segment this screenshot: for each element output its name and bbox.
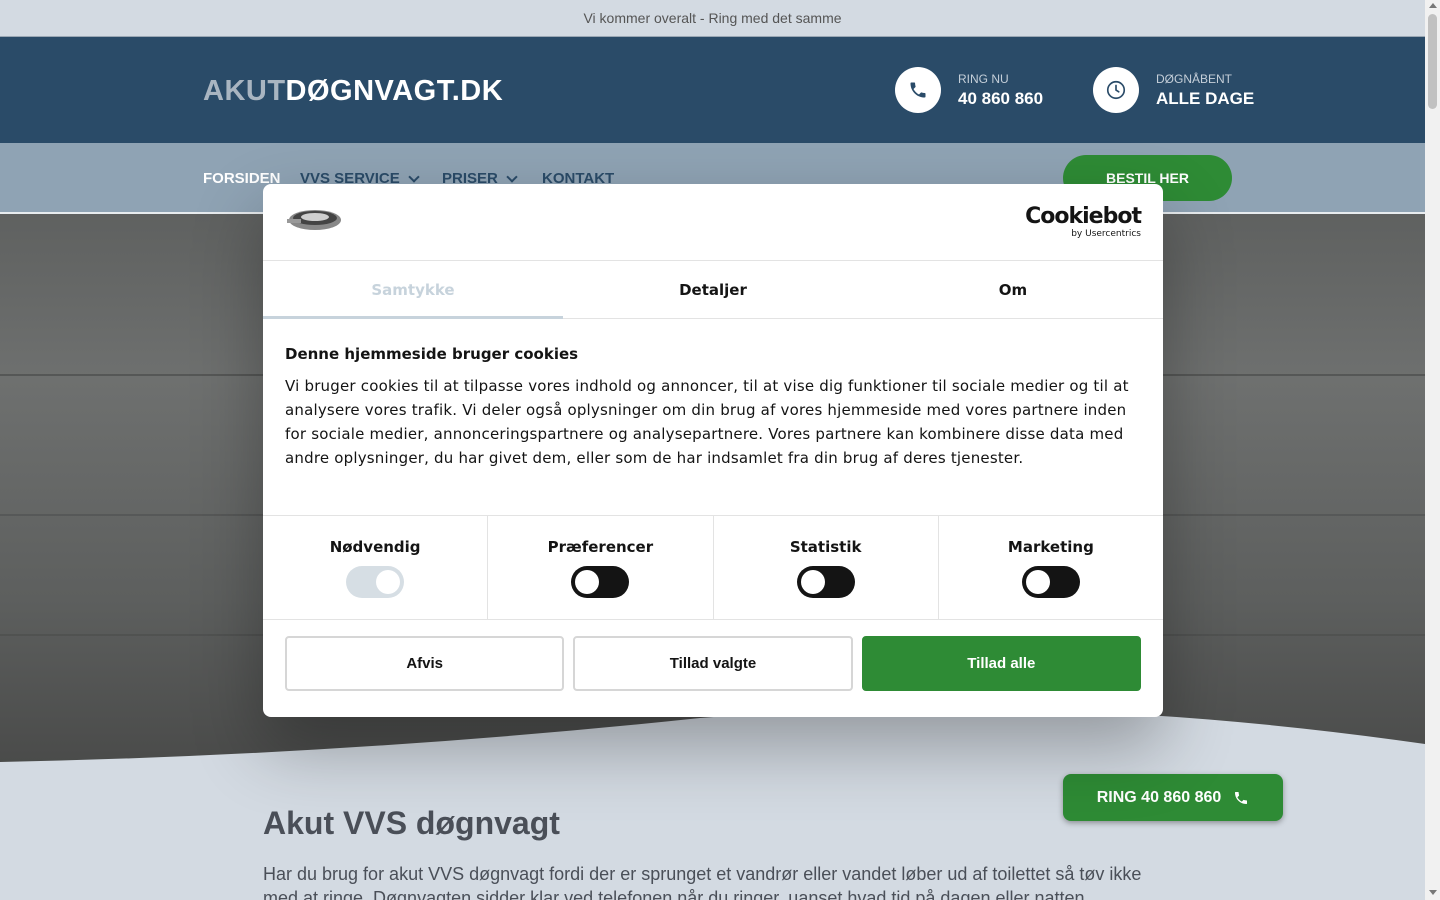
hours-value: ALLE DAGE	[1156, 88, 1255, 108]
logo-akut: AKUT	[203, 75, 286, 107]
toggle-label: Marketing	[1007, 538, 1094, 556]
phone-icon	[895, 67, 941, 113]
site-logo[interactable]: AKUTDØGNVAGT.DK	[203, 75, 503, 108]
cookie-text: Vi bruger cookies til at tilpasse vores …	[285, 377, 1129, 467]
tab-om[interactable]: Om	[863, 261, 1163, 318]
chevron-down-icon	[408, 170, 420, 183]
cookie-description: Denne hjemmeside bruger cookies Vi bruge…	[263, 319, 1163, 516]
toggle-group-statistik: Statistik	[714, 516, 939, 619]
cookie-tabs: Samtykke Detaljer Om	[263, 261, 1163, 319]
logo-dognvagt: DØGNVAGT.DK	[285, 75, 504, 107]
cookiebot-logo: Cookiebot by Usercentrics	[1025, 204, 1142, 240]
opening-hours: DØGNÅBENT ALLE DAGE	[1093, 67, 1254, 113]
toggle-group-praeferencer: Præferencer	[488, 516, 714, 619]
cookie-dialog-header: Cookiebot by Usercentrics	[263, 184, 1163, 261]
allow-all-button[interactable]: Tillad alle	[861, 636, 1141, 691]
cookie-action-buttons: Afvis Tillad valgte Tillad alle	[263, 620, 1163, 707]
cookie-title: Denne hjemmeside bruger cookies	[285, 345, 579, 363]
cookiebot-by: by Usercentrics	[1071, 229, 1141, 239]
scroll-up-icon[interactable]	[1429, 3, 1437, 8]
tab-samtykke[interactable]: Samtykke	[263, 261, 563, 319]
scrollbar-thumb[interactable]	[1428, 14, 1437, 109]
phone-contact[interactable]: RING NU 40 860 860	[895, 67, 1043, 113]
site-brand-logo	[285, 206, 343, 238]
announcement-text: Vi kommer overalt - Ring med det samme	[583, 10, 842, 26]
site-header: AKUTDØGNVAGT.DK RING NU 40 860 860 DØGNÅ…	[0, 37, 1425, 143]
scroll-down-icon[interactable]	[1429, 890, 1437, 895]
toggle-marketing[interactable]	[1021, 566, 1080, 598]
top-announcement-bar: Vi kommer overalt - Ring med det samme	[0, 0, 1425, 37]
toggle-label: Præferencer	[547, 538, 654, 556]
chevron-down-icon	[506, 170, 518, 183]
toggle-group-marketing: Marketing	[939, 516, 1163, 619]
phone-label: RING NU	[958, 71, 1009, 86]
phone-number[interactable]: 40 860 860	[958, 89, 1043, 109]
allow-selected-button[interactable]: Tillad valgte	[573, 636, 853, 691]
tab-detaljer[interactable]: Detaljer	[563, 261, 863, 318]
page-intro-text: Har du brug for akut VVS døgnvagt fordi …	[263, 864, 1142, 900]
toggle-statistik[interactable]	[796, 566, 855, 598]
cookie-consent-dialog: Cookiebot by Usercentrics Samtykke Detal…	[263, 184, 1163, 717]
page-scrollbar[interactable]	[1425, 0, 1440, 900]
clock-icon	[1093, 67, 1139, 113]
call-now-button[interactable]: RING 40 860 860	[1063, 774, 1283, 821]
call-button-label: RING 40 860 860	[1096, 788, 1222, 806]
cookiebot-name: Cookiebot	[1025, 204, 1142, 229]
toggle-nodvendig	[346, 566, 405, 598]
deny-button[interactable]: Afvis	[285, 636, 565, 691]
page-heading: Akut VVS døgnvagt	[263, 805, 560, 841]
toggle-label: Statistik	[789, 538, 862, 556]
toggle-label: Nødvendig	[329, 538, 421, 556]
cookie-category-toggles: Nødvendig Præferencer Statistik Marketin…	[263, 516, 1163, 620]
toggle-group-nodvendig: Nødvendig	[263, 516, 489, 619]
hours-label: DØGNÅBENT	[1156, 71, 1233, 86]
toggle-praeferencer[interactable]	[571, 566, 630, 598]
phone-icon	[1235, 791, 1248, 804]
